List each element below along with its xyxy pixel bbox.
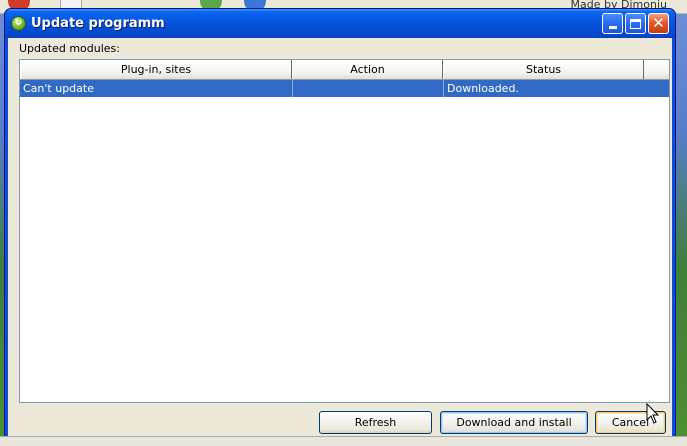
globe-update-icon: ↻	[11, 16, 26, 31]
cell-action	[293, 80, 444, 97]
mouse-cursor-icon	[646, 403, 660, 424]
list-header: Plug-in, sites Action Status	[20, 60, 669, 80]
window-title: Update programm	[31, 16, 165, 31]
refresh-button[interactable]: Refresh	[319, 411, 432, 434]
column-header-action[interactable]: Action	[292, 60, 443, 79]
cell-plugin: Can't update	[20, 80, 293, 97]
download-and-install-button[interactable]: Download and install	[440, 411, 588, 434]
background-window-edge	[0, 436, 687, 446]
close-icon: ✕	[652, 14, 665, 32]
maximize-icon	[630, 18, 641, 29]
cell-status: Downloaded.	[447, 82, 519, 95]
close-button[interactable]: ✕	[648, 13, 669, 34]
update-dialog: ↻ Update programm ✕ Updated modules: Plu…	[4, 8, 676, 438]
title-bar[interactable]: ↻ Update programm ✕	[5, 9, 675, 38]
dialog-body: Updated modules: Plug-in, sites Action S…	[8, 38, 672, 436]
minimize-button[interactable]	[602, 13, 623, 34]
minimize-icon	[608, 26, 617, 29]
table-row[interactable]: Can't update Downloaded.	[20, 80, 669, 97]
modules-list[interactable]: Plug-in, sites Action Status Can't updat…	[19, 59, 670, 403]
maximize-button[interactable]	[625, 13, 646, 34]
column-header-plugin[interactable]: Plug-in, sites	[20, 60, 292, 79]
column-header-status[interactable]: Status	[443, 60, 644, 79]
updated-modules-label: Updated modules:	[19, 42, 120, 55]
